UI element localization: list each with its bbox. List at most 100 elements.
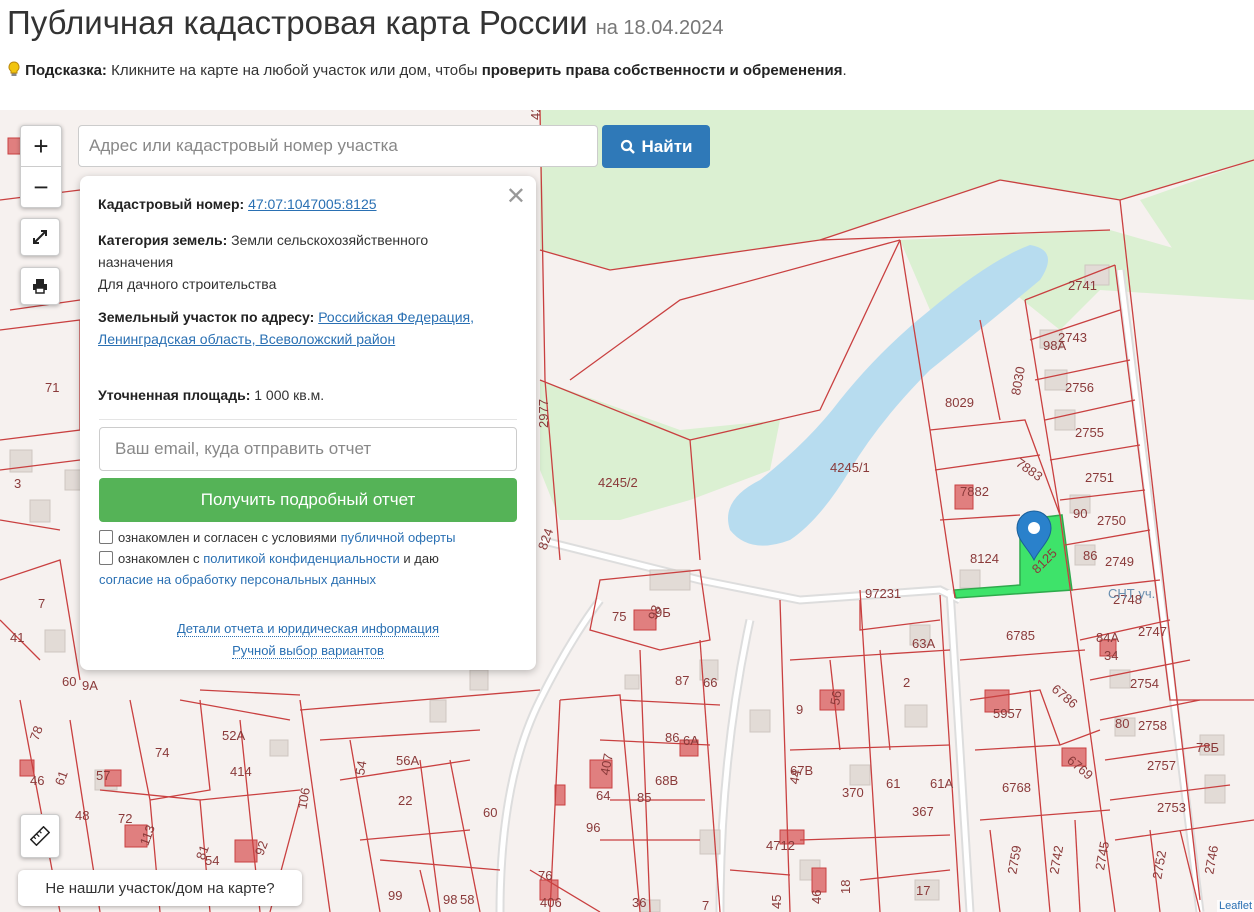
svg-text:42: 42	[528, 110, 543, 120]
svg-text:60: 60	[483, 805, 497, 820]
svg-text:98А: 98А	[1043, 338, 1066, 353]
svg-text:2749: 2749	[1105, 554, 1134, 569]
svg-text:74: 74	[155, 745, 169, 760]
svg-text:8124: 8124	[970, 551, 999, 566]
divider	[99, 419, 517, 420]
svg-text:78Б: 78Б	[1196, 740, 1219, 755]
hint-bold: проверить права собственности и обремене…	[481, 62, 843, 79]
ruler-icon	[30, 826, 50, 846]
lake	[728, 245, 1048, 546]
svg-text:9Б: 9Б	[655, 605, 671, 620]
svg-text:2742: 2742	[1046, 844, 1066, 875]
get-report-button[interactable]: Получить подробный отчет	[99, 478, 517, 522]
printer-icon	[33, 279, 47, 294]
search-button[interactable]: Найти	[602, 125, 710, 168]
svg-text:17: 17	[916, 883, 930, 898]
svg-text:98: 98	[443, 892, 457, 907]
svg-text:406: 406	[540, 895, 562, 910]
privacy-checkbox-mid: и даю	[399, 551, 439, 566]
svg-text:52А: 52А	[222, 728, 245, 743]
data-processing-link[interactable]: согласие на обработку персональных данны…	[99, 572, 376, 587]
leaflet-attribution[interactable]: Leaflet	[1216, 900, 1254, 912]
close-icon[interactable]: ✕	[506, 182, 526, 211]
email-field[interactable]	[99, 427, 517, 471]
svg-text:41: 41	[10, 630, 24, 645]
svg-text:48: 48	[75, 808, 89, 823]
svg-text:4712: 4712	[766, 838, 795, 853]
svg-text:61: 61	[52, 769, 71, 788]
lightbulb-icon	[7, 61, 21, 81]
page-title: Публичная кадастровая карта России на 18.…	[7, 4, 724, 41]
offer-consent-checkbox-row: ознакомлен и согласен с условиями публич…	[99, 527, 519, 548]
cadastral-number-link[interactable]: 47:07:1047005:8125	[248, 196, 376, 212]
area-row: Уточненная площадь: 1 000 кв.м.	[98, 384, 498, 406]
svg-text:2977: 2977	[536, 399, 551, 428]
svg-text:7883: 7883	[1013, 455, 1045, 484]
svg-text:86: 86	[1083, 548, 1097, 563]
svg-text:6786: 6786	[1049, 681, 1081, 711]
svg-text:61А: 61А	[930, 776, 953, 791]
svg-text:57: 57	[96, 768, 110, 783]
svg-text:407: 407	[597, 752, 616, 776]
privacy-consent-checkbox-row: ознакомлен с политикой конфиденциальност…	[99, 548, 519, 590]
svg-text:2756: 2756	[1065, 380, 1094, 395]
svg-text:4245/1: 4245/1	[830, 460, 870, 475]
svg-text:7: 7	[38, 596, 45, 611]
svg-text:64: 64	[596, 788, 610, 803]
svg-text:9А: 9А	[82, 678, 98, 693]
svg-text:44: 44	[786, 768, 803, 785]
svg-text:5957: 5957	[993, 706, 1022, 721]
privacy-policy-link[interactable]: политикой конфиденциальности	[203, 551, 400, 566]
land-category-row: Категория земель: Земли сельскохозяйстве…	[98, 229, 498, 295]
search-icon	[620, 139, 635, 154]
svg-text:6785: 6785	[1006, 628, 1035, 643]
svg-text:80: 80	[1115, 716, 1129, 731]
search-input[interactable]	[78, 125, 598, 167]
offer-checkbox[interactable]	[99, 530, 113, 544]
svg-text:97231: 97231	[865, 586, 901, 601]
search-button-label: Найти	[641, 136, 693, 156]
roads	[495, 269, 1205, 912]
svg-text:СНТ уч.: СНТ уч.	[1108, 586, 1155, 601]
svg-text:68В: 68В	[655, 773, 678, 788]
svg-text:2741: 2741	[1068, 278, 1097, 293]
privacy-checkbox[interactable]	[99, 551, 113, 565]
svg-text:75: 75	[612, 609, 626, 624]
svg-text:2753: 2753	[1157, 800, 1186, 815]
svg-text:2746: 2746	[1201, 844, 1221, 875]
zoom-in-button[interactable]: +	[21, 126, 61, 167]
print-button[interactable]	[20, 267, 60, 305]
privacy-checkbox-text: ознакомлен с	[118, 551, 204, 566]
svg-text:2759: 2759	[1004, 844, 1024, 875]
svg-text:7: 7	[702, 898, 709, 912]
svg-text:76: 76	[538, 868, 552, 883]
measure-button[interactable]	[20, 814, 60, 858]
svg-text:7882: 7882	[960, 484, 989, 499]
cadastral-number-label: Кадастровый номер:	[98, 196, 245, 212]
not-found-button[interactable]: Не нашли участок/дом на карте?	[18, 870, 302, 906]
svg-text:106: 106	[294, 786, 313, 810]
svg-text:58: 58	[460, 892, 474, 907]
svg-text:90: 90	[1073, 506, 1087, 521]
cadastral-number-row: Кадастровый номер: 47:07:1047005:8125	[98, 193, 498, 215]
svg-text:46: 46	[30, 773, 44, 788]
svg-text:824: 824	[535, 526, 557, 552]
address-label: Земельный участок по адресу:	[98, 309, 315, 325]
svg-text:2754: 2754	[1130, 676, 1159, 691]
svg-text:60: 60	[62, 674, 76, 689]
offer-link[interactable]: публичной оферты	[341, 530, 456, 545]
svg-text:85: 85	[637, 790, 651, 805]
hint-text: Кликните на карте на любой участок или д…	[106, 62, 482, 79]
zoom-out-button[interactable]: −	[21, 167, 61, 207]
svg-text:72: 72	[118, 811, 132, 826]
hint-label: Подсказка:	[25, 62, 107, 79]
manual-selection-link[interactable]: Ручной выбор вариантов	[80, 643, 536, 659]
svg-text:46: 46	[809, 890, 824, 904]
svg-text:370: 370	[842, 785, 864, 800]
svg-text:86: 86	[665, 730, 679, 745]
hint: Подсказка: Кликните на карте на любой уч…	[7, 61, 847, 81]
fullscreen-button[interactable]	[20, 218, 60, 256]
report-details-link[interactable]: Детали отчета и юридическая информация	[80, 621, 536, 637]
svg-text:99: 99	[388, 888, 402, 903]
parcel-info-popup: ✕ Кадастровый номер: 47:07:1047005:8125 …	[80, 176, 536, 670]
